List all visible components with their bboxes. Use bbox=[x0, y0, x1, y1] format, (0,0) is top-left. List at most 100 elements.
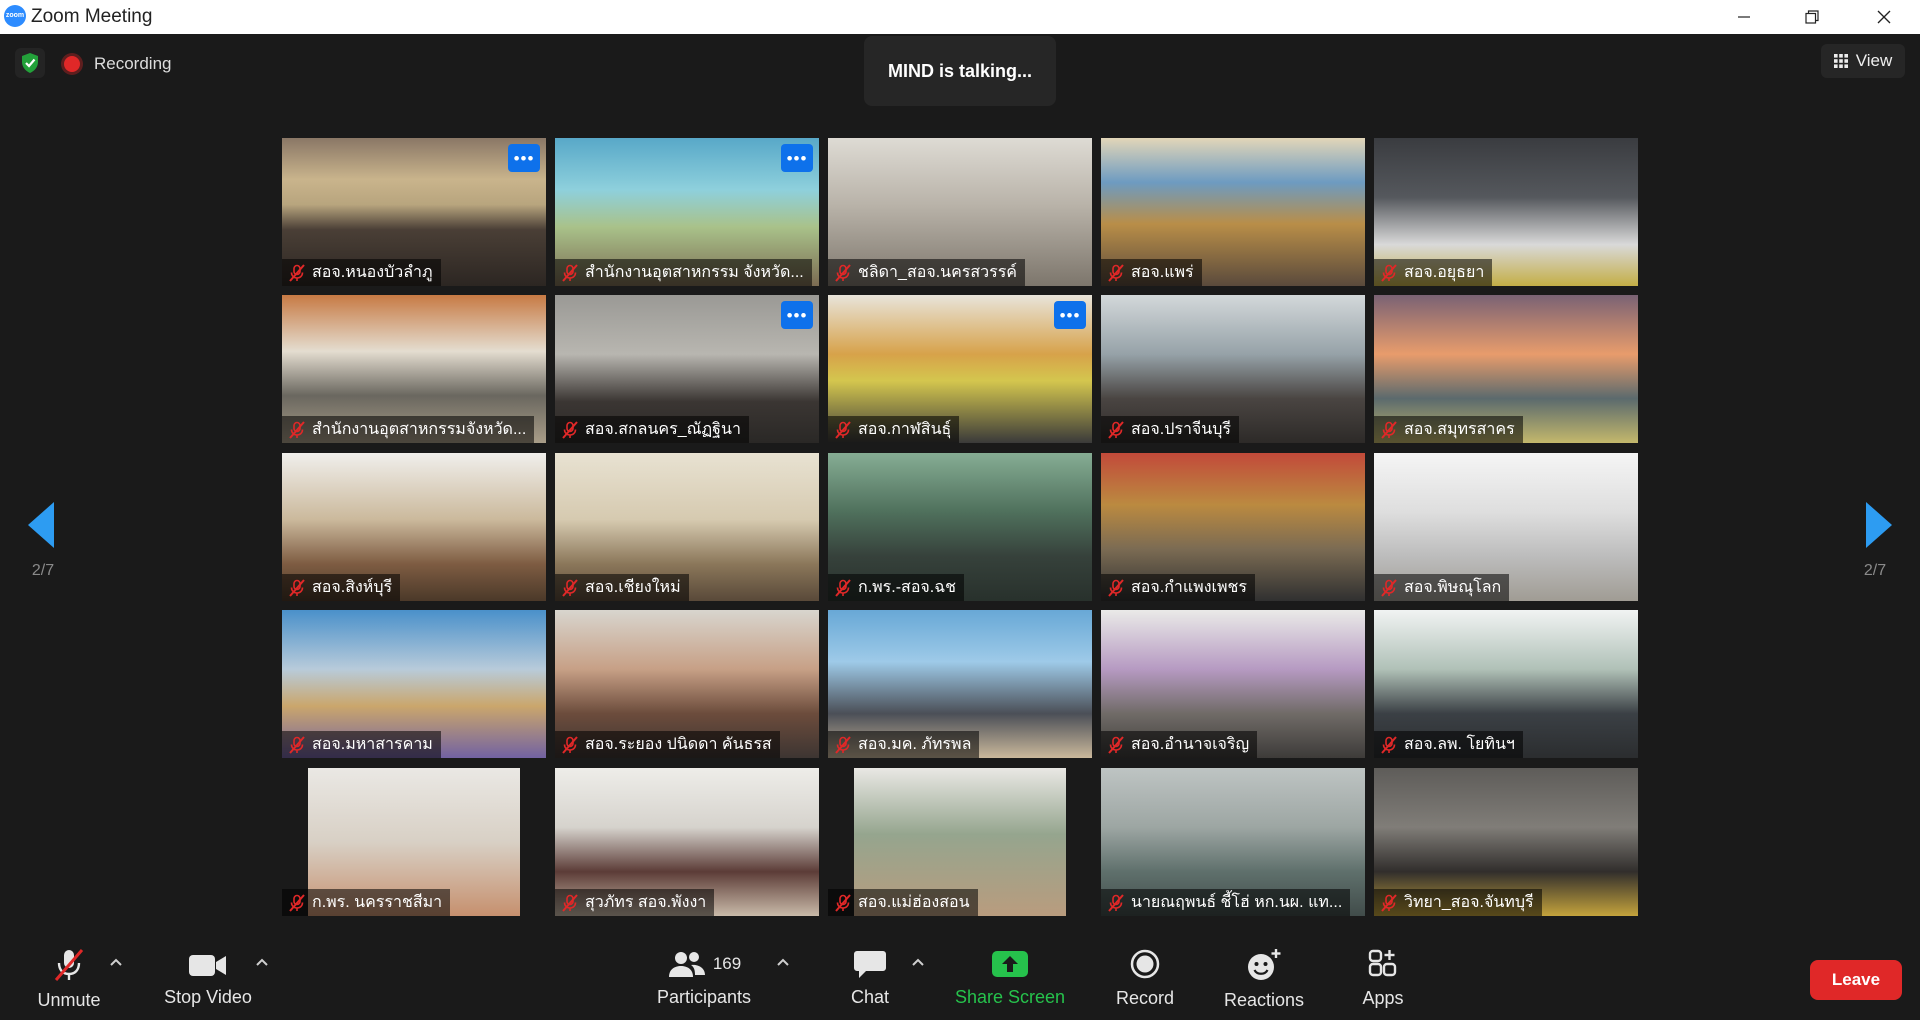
video-tile[interactable]: ก.พร. นครราชสีมา bbox=[282, 768, 546, 916]
encryption-status-button[interactable] bbox=[15, 48, 45, 78]
chat-bubble-icon bbox=[854, 951, 886, 978]
video-tile[interactable]: ••• สอจ.สกลนคร_ณัฏฐินา bbox=[555, 295, 819, 443]
video-tile[interactable]: สอจ.พิษณุโลก bbox=[1374, 453, 1638, 601]
participant-name: สอจ.ปราจีนบุรี bbox=[1131, 421, 1231, 438]
video-tile[interactable]: สุวภัทร สอจ.พังงา bbox=[555, 768, 819, 916]
unmute-button[interactable]: Unmute bbox=[28, 948, 110, 1010]
video-tile[interactable]: สอจ.ปราจีนบุรี bbox=[1101, 295, 1365, 443]
minimize-button[interactable] bbox=[1710, 0, 1778, 34]
more-options-icon[interactable]: ••• bbox=[508, 144, 540, 172]
participant-name: สอจ.สกลนคร_ณัฏฐินา bbox=[585, 421, 741, 438]
reactions-button[interactable]: Reactions bbox=[1220, 948, 1308, 1010]
microphone-muted-icon bbox=[1381, 420, 1397, 439]
video-tile[interactable]: สอจ.กำแพงเพชร bbox=[1101, 453, 1365, 601]
video-tile[interactable]: สอจ.แพร่ bbox=[1101, 138, 1365, 286]
video-tile[interactable]: สอจ.อยุธยา bbox=[1374, 138, 1638, 286]
video-tile[interactable]: สอจ.อำนาจเจริญ bbox=[1101, 610, 1365, 758]
video-tile[interactable]: นายณฤพนธ์ ชี้โฮ่ หก.นผ. แท... bbox=[1101, 768, 1365, 916]
microphone-muted-icon bbox=[289, 735, 305, 754]
video-tile[interactable]: สอจ.สมุทรสาคร bbox=[1374, 295, 1638, 443]
video-tile[interactable]: ••• สอจ.หนองบัวลำภู bbox=[282, 138, 546, 286]
leave-button[interactable]: Leave bbox=[1810, 960, 1902, 1000]
close-icon bbox=[1877, 10, 1891, 24]
more-options-icon[interactable]: ••• bbox=[1054, 301, 1086, 329]
previous-page-arrow-icon[interactable] bbox=[28, 502, 54, 548]
audio-options-caret-icon[interactable] bbox=[108, 955, 124, 969]
video-tile[interactable]: สำนักงานอุตสาหกรรมจังหวัด... bbox=[282, 295, 546, 443]
participant-name: นายณฤพนธ์ ชี้โฮ่ หก.นผ. แท... bbox=[1131, 894, 1343, 911]
video-options-caret-icon[interactable] bbox=[254, 955, 270, 969]
chat-button[interactable]: Chat bbox=[842, 948, 898, 1008]
participant-name: สำนักงานอุตสาหกรรมจังหวัด... bbox=[312, 421, 527, 438]
participant-name: วิทยา_สอจ.จันทบุรี bbox=[1404, 894, 1534, 911]
participant-name: ก.พร. นครราชสีมา bbox=[312, 894, 443, 911]
participant-name-bar: สอจ.อยุธยา bbox=[1374, 259, 1493, 286]
microphone-muted-icon bbox=[289, 578, 305, 597]
microphone-muted-icon bbox=[1381, 578, 1397, 597]
chat-options-caret-icon[interactable] bbox=[910, 955, 926, 969]
participant-name-bar: ก.พร.-สอจ.ฉช bbox=[828, 574, 964, 601]
video-tile[interactable]: สอจ.ระยอง ปนิดดา คันธรส bbox=[555, 610, 819, 758]
page-indicator-left: 2/7 bbox=[31, 562, 55, 579]
video-tile[interactable]: วิทยา_สอจ.จันทบุรี bbox=[1374, 768, 1638, 916]
participant-name-bar: สอจ.หนองบัวลำภู bbox=[282, 259, 441, 286]
microphone-muted-icon bbox=[1381, 893, 1397, 912]
participant-name: สอจ.กำแพงเพชร bbox=[1131, 579, 1248, 596]
video-tile[interactable]: สอจ.มค. ภัทรพล bbox=[828, 610, 1092, 758]
participant-name-bar: นายณฤพนธ์ ชี้โฮ่ หก.นผ. แท... bbox=[1101, 889, 1351, 916]
record-icon bbox=[1130, 949, 1160, 979]
video-tile[interactable]: สอจ.เชียงใหม่ bbox=[555, 453, 819, 601]
reactions-smiley-icon bbox=[1248, 949, 1281, 980]
microphone-muted-icon bbox=[289, 263, 305, 282]
participant-name: สอจ.อยุธยา bbox=[1404, 264, 1485, 281]
participant-name-bar: สอจ.สกลนคร_ณัฏฐินา bbox=[555, 416, 749, 443]
video-tile[interactable]: สอจ.สิงห์บุรี bbox=[282, 453, 546, 601]
microphone-muted-icon bbox=[1108, 263, 1124, 282]
recording-indicator[interactable]: Recording bbox=[64, 51, 172, 77]
chat-label: Chat bbox=[850, 987, 890, 1007]
participant-name: สอจ.เชียงใหม่ bbox=[585, 579, 681, 596]
video-tile[interactable]: สอจ.ลพ. โยทินฯ bbox=[1374, 610, 1638, 758]
close-window-button[interactable] bbox=[1850, 0, 1918, 34]
video-tile[interactable]: สอจ.แม่ฮ่องสอน bbox=[828, 768, 1092, 916]
microphone-muted-icon bbox=[562, 735, 578, 754]
participant-name: สอจ.อำนาจเจริญ bbox=[1131, 736, 1250, 753]
record-button[interactable]: Record bbox=[1110, 948, 1180, 1008]
participant-name: สอจ.สิงห์บุรี bbox=[312, 579, 393, 596]
microphone-muted-icon bbox=[562, 893, 578, 912]
share-screen-label: Share Screen bbox=[954, 987, 1066, 1007]
video-camera-icon bbox=[189, 955, 226, 976]
microphone-muted-icon bbox=[562, 420, 578, 439]
minimize-icon bbox=[1738, 16, 1750, 18]
participant-name: สอจ.กาฬสินธุ์ bbox=[858, 421, 952, 438]
video-tile[interactable]: ก.พร.-สอจ.ฉช bbox=[828, 453, 1092, 601]
restore-button[interactable] bbox=[1778, 0, 1846, 34]
view-button[interactable]: View bbox=[1821, 44, 1905, 78]
microphone-muted-icon bbox=[562, 578, 578, 597]
participant-name-bar: สอจ.แม่ฮ่องสอน bbox=[828, 889, 978, 916]
share-screen-button[interactable]: Share Screen bbox=[950, 948, 1070, 1008]
video-tile[interactable]: ••• สำนักงานอุตสาหกรรม จังหวัด... bbox=[555, 138, 819, 286]
apps-button[interactable]: Apps bbox=[1360, 948, 1406, 1008]
participants-button[interactable]: 169 Participants bbox=[650, 948, 758, 1008]
more-options-icon[interactable]: ••• bbox=[781, 301, 813, 329]
participant-name: สอจ.แพร่ bbox=[1131, 264, 1194, 281]
video-tile[interactable]: ••• สอจ.กาฬสินธุ์ bbox=[828, 295, 1092, 443]
participants-options-caret-icon[interactable] bbox=[775, 955, 791, 969]
participant-name: สอจ.ลพ. โยทินฯ bbox=[1404, 736, 1515, 753]
active-speaker-banner: MIND is talking... bbox=[864, 36, 1056, 106]
page-indicator-right: 2/7 bbox=[1863, 562, 1887, 579]
microphone-muted-icon bbox=[289, 893, 305, 912]
participant-name-bar: สอจ.ระยอง ปนิดดา คันธรส bbox=[555, 731, 780, 758]
participant-name-bar: สำนักงานอุตสาหกรรมจังหวัด... bbox=[282, 416, 535, 443]
video-tile[interactable]: สอจ.มหาสารคาม bbox=[282, 610, 546, 758]
video-tile[interactable]: ชลิดา_สอจ.นครสวรรค์ bbox=[828, 138, 1092, 286]
microphone-muted-icon bbox=[562, 263, 578, 282]
stop-video-button[interactable]: Stop Video bbox=[158, 948, 258, 1008]
more-options-icon[interactable]: ••• bbox=[781, 144, 813, 172]
participants-label: Participants bbox=[656, 987, 752, 1007]
next-page-arrow-icon[interactable] bbox=[1866, 502, 1892, 548]
reactions-label: Reactions bbox=[1223, 990, 1305, 1010]
microphone-muted-icon bbox=[289, 420, 305, 439]
participant-name: สอจ.มค. ภัทรพล bbox=[858, 736, 972, 753]
